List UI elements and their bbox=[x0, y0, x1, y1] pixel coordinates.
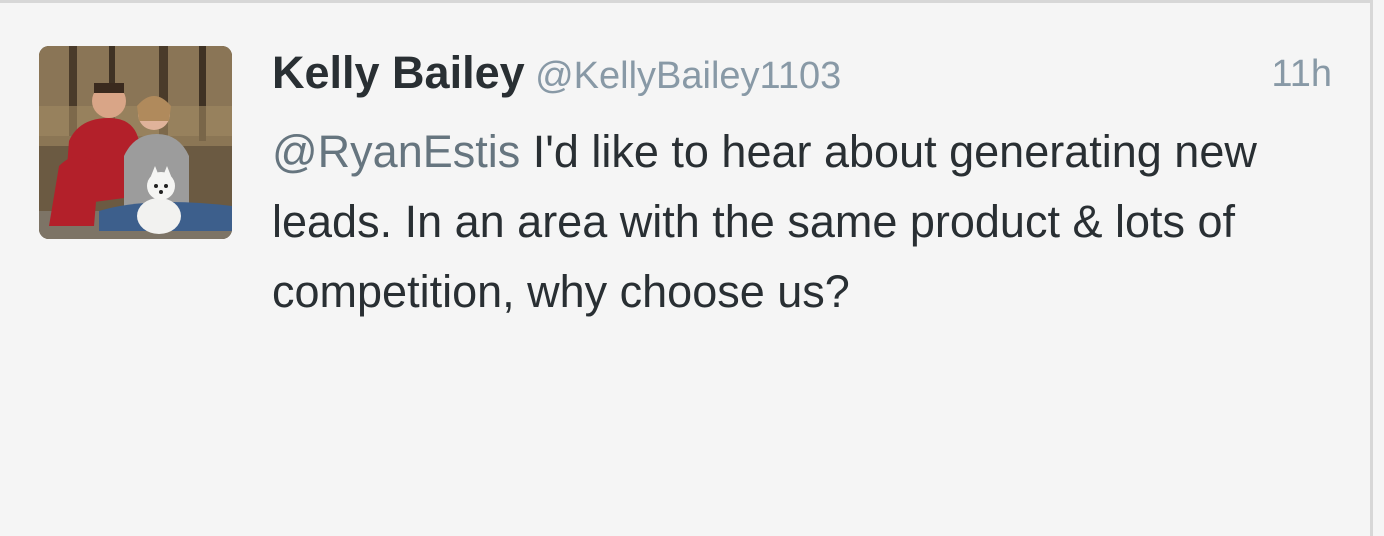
avatar[interactable] bbox=[39, 46, 232, 239]
tweet-card[interactable]: Kelly Bailey @KellyBailey1103 11h @RyanE… bbox=[0, 0, 1373, 536]
screen-name[interactable]: @KellyBailey1103 bbox=[535, 55, 841, 97]
mention-link[interactable]: @RyanEstis bbox=[272, 126, 520, 177]
tweet-text: @RyanEstis I'd like to hear about genera… bbox=[272, 117, 1347, 327]
profile-photo-icon bbox=[39, 46, 232, 239]
tweet-header: Kelly Bailey @KellyBailey1103 11h bbox=[272, 47, 1332, 107]
display-name[interactable]: Kelly Bailey bbox=[272, 47, 525, 98]
timestamp[interactable]: 11h bbox=[1271, 53, 1332, 96]
